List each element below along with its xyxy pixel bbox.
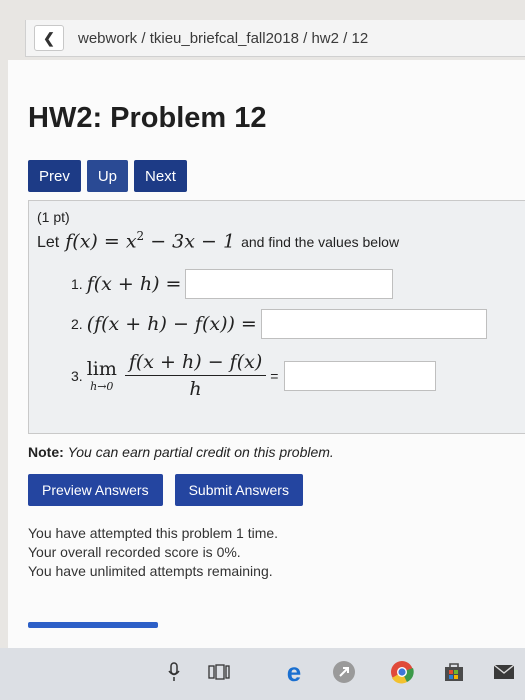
- part-3: 3. lim h→0 f(x + h) − f(x) h =: [71, 351, 437, 400]
- page-content: HW2: Problem 12 Prev Up Next (1 pt) Let …: [8, 60, 525, 660]
- answer-input-2[interactable]: [260, 309, 487, 339]
- part-expression: (f(x + h) − f(x)) =: [86, 313, 257, 335]
- equals-sign: =: [270, 367, 279, 384]
- up-button[interactable]: Up: [86, 160, 129, 192]
- let-label: Let: [37, 234, 60, 252]
- answer-actions: Preview Answers Submit Answers: [28, 474, 303, 506]
- status-line: Your overall recorded score is 0%.: [28, 544, 241, 560]
- edge-icon[interactable]: e: [280, 657, 308, 687]
- taskbar: e: [0, 648, 525, 700]
- back-button[interactable]: ❮: [34, 25, 64, 51]
- problem-box: (1 pt) Let f(x) = x2 − 3x − 1 and find t…: [28, 200, 525, 434]
- preview-answers-button[interactable]: Preview Answers: [28, 474, 163, 506]
- store-icon[interactable]: [440, 658, 468, 686]
- page-title: HW2: Problem 12: [28, 102, 267, 134]
- attempt-status: You have attempted this problem 1 time. …: [28, 524, 278, 581]
- mail-icon[interactable]: [490, 658, 518, 686]
- app-icon[interactable]: [330, 658, 358, 686]
- partial-credit-note: Note: You can earn partial credit on thi…: [28, 444, 334, 460]
- breadcrumb[interactable]: webwork / tkieu_briefcal_fall2018 / hw2 …: [78, 30, 368, 47]
- chrome-icon[interactable]: [388, 658, 416, 686]
- part-number: 3.: [71, 367, 83, 384]
- problem-statement: Let f(x) = x2 − 3x − 1 and find the valu…: [37, 229, 399, 252]
- partial-button-edge[interactable]: [28, 622, 158, 628]
- note-text: You can earn partial credit on this prob…: [67, 444, 334, 460]
- part-expression: f(x + h) =: [86, 273, 182, 295]
- note-label: Note:: [28, 444, 64, 460]
- microphone-icon[interactable]: [160, 658, 188, 686]
- prev-button[interactable]: Prev: [28, 160, 81, 192]
- problem-points: (1 pt): [37, 209, 70, 225]
- problem-nav: Prev Up Next: [28, 160, 187, 192]
- submit-answers-button[interactable]: Submit Answers: [174, 474, 303, 506]
- part-number: 2.: [71, 316, 83, 332]
- part-1: 1. f(x + h) =: [71, 269, 394, 299]
- limit-operator: lim h→0: [86, 358, 117, 393]
- answer-input-3[interactable]: [284, 360, 437, 391]
- function-expression: f(x) = x2 − 3x − 1: [65, 229, 236, 253]
- status-line: You have attempted this problem 1 time.: [28, 525, 279, 541]
- difference-quotient: f(x + h) − f(x) h: [124, 351, 267, 400]
- part-2: 2. (f(x + h) − f(x)) =: [71, 309, 487, 339]
- part-number: 1.: [71, 276, 83, 292]
- breadcrumb-bar: ❮ webwork / tkieu_briefcal_fall2018 / hw…: [25, 20, 525, 57]
- next-button[interactable]: Next: [134, 160, 187, 192]
- answer-input-1[interactable]: [185, 269, 394, 299]
- statement-tail: and find the values below: [241, 234, 400, 251]
- chevron-left-icon: ❮: [43, 29, 55, 46]
- status-line: You have unlimited attempts remaining.: [28, 563, 273, 579]
- task-view-icon[interactable]: [205, 658, 233, 686]
